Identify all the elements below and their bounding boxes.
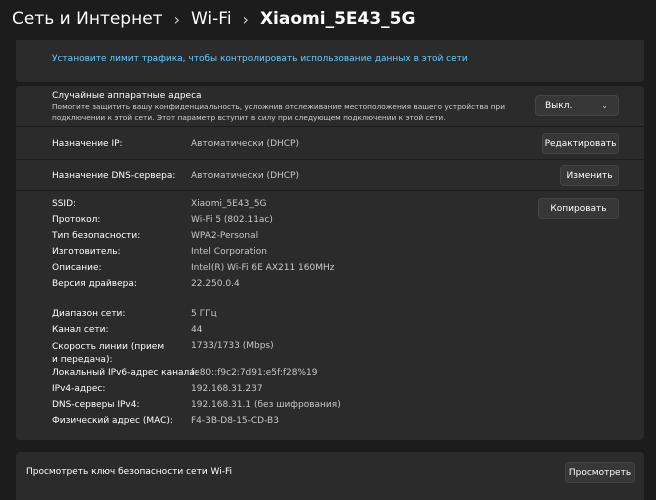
random-mac-description: Помогите защитить вашу конфиденциальност… [52,102,506,122]
breadcrumb-network-internet[interactable]: Сеть и Интернет [12,9,163,29]
prop-label: Канал сети: [52,325,109,335]
view-security-key-button[interactable]: Просмотреть [565,462,635,483]
prop-label: SSID: [52,199,77,209]
copy-properties-button[interactable]: Копировать [538,198,619,219]
prop-value: Wi-Fi 5 (802.11ac) [191,215,273,225]
divider [16,126,644,127]
traffic-limit-link[interactable]: Установите лимит трафика, чтобы контроли… [52,54,468,64]
prop-value: fe80::f9c2:7d91:e5f:f28%19 [191,368,318,378]
prop-label: Версия драйвера: [52,279,137,289]
prop-value: 5 ГГц [191,309,217,319]
prop-label: Локальный IPv6-адрес канала: [52,368,198,378]
prop-value: 22.250.0.4 [191,279,240,289]
prop-value: WPA2-Personal [191,231,259,241]
prop-value: Intel(R) Wi-Fi 6E AX211 160MHz [191,263,335,273]
random-mac-title: Случайные аппаратные адреса [52,91,202,101]
security-key-label: Просмотреть ключ безопасности сети Wi-Fi [26,467,233,477]
prop-value: 44 [191,325,203,335]
divider [16,190,644,191]
prop-label: Скорость линии (прием и передача): [52,342,165,365]
prop-value: Xiaomi_5E43_5G [191,199,267,209]
dns-assignment-value: Автоматически (DHCP) [191,171,299,181]
ip-assignment-value: Автоматически (DHCP) [191,139,299,149]
prop-value: 192.168.31.1 (без шифрования) [191,400,341,410]
chevron-right-icon: › [242,9,249,29]
prop-label: Тип безопасности: [52,231,141,241]
breadcrumb: Сеть и Интернет › Wi-Fi › Xiaomi_5E43_5G [12,6,415,32]
prop-value: Intel Corporation [191,247,267,257]
prop-label: IPv4-адрес: [52,384,106,394]
page-title: Xiaomi_5E43_5G [259,9,416,29]
change-dns-button[interactable]: Изменить [560,165,619,186]
prop-label: Изготовитель: [52,247,121,257]
prop-label: Протокол: [52,215,101,225]
prop-value: F4-3B-D8-15-CD-B3 [191,416,279,426]
prop-value: 192.168.31.237 [191,384,263,394]
prop-label: Диапазон сети: [52,309,126,319]
dns-assignment-label: Назначение DNS-сервера: [52,171,176,181]
divider [16,159,644,160]
ip-assignment-label: Назначение IP: [52,139,123,149]
breadcrumb-wifi[interactable]: Wi-Fi [191,9,232,29]
random-mac-dropdown[interactable]: Выкл. ⌄ [535,95,619,116]
chevron-right-icon: › [173,9,180,29]
prop-label: DNS-серверы IPv4: [52,400,140,410]
prop-label: Физический адрес (MAC): [52,416,173,426]
edit-ip-button[interactable]: Редактировать [542,133,619,154]
random-mac-dropdown-value: Выкл. [545,100,573,111]
chevron-down-icon: ⌄ [601,101,608,110]
prop-value: 1733/1733 (Mbps) [191,341,274,351]
prop-label: Описание: [52,263,102,273]
